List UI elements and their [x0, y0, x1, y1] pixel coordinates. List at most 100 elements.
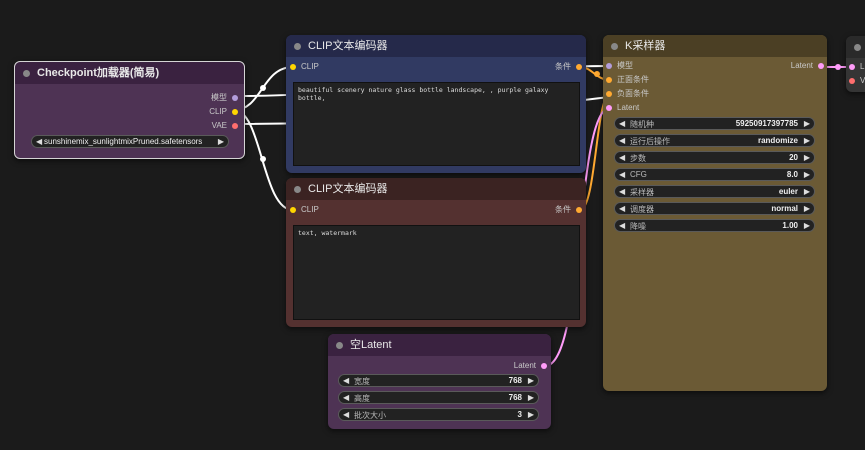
arrow-left-icon[interactable]: ◀ [343, 376, 349, 385]
arrow-left-icon[interactable]: ◀ [36, 137, 42, 146]
node-title-bar[interactable]: K采样器 [603, 35, 827, 57]
arrow-right-icon[interactable]: ▶ [804, 136, 810, 145]
height-widget[interactable]: ◀ 高度 768 ▶ [338, 391, 539, 404]
output-slot-vae[interactable]: VAE [212, 120, 238, 132]
vae-pin-icon[interactable] [849, 78, 855, 84]
widget-label: 降噪 [630, 222, 646, 231]
cfg-widget[interactable]: ◀ CFG 8.0 ▶ [614, 168, 815, 181]
steps-widget[interactable]: ◀ 步数 20 ▶ [614, 151, 815, 164]
arrow-right-icon[interactable]: ▶ [804, 153, 810, 162]
ksampler-node[interactable]: K采样器 模型 正面条件 负面条件 Latent Latent ◀ 随机种 59… [603, 35, 827, 391]
collapse-dot-icon[interactable] [336, 342, 343, 349]
slot-label: 负面条件 [617, 89, 649, 98]
arrow-right-icon[interactable]: ▶ [804, 204, 810, 213]
arrow-right-icon[interactable]: ▶ [218, 137, 224, 146]
checkpoint-loader-node[interactable]: Checkpoint加载器(简易) 模型 CLIP VAE ◀ sunshine… [14, 61, 245, 159]
prompt-textarea[interactable]: beautiful scenery nature glass bottle la… [293, 82, 580, 166]
arrow-right-icon[interactable]: ▶ [528, 376, 534, 385]
prompt-textarea[interactable]: text, watermark [293, 225, 580, 320]
output-slot-latent[interactable]: Latent [791, 60, 824, 72]
widget-label: 高度 [354, 394, 370, 403]
arrow-right-icon[interactable]: ▶ [528, 410, 534, 419]
slot-label: 条件 [555, 62, 571, 71]
clip-pin-icon[interactable] [232, 109, 238, 115]
collapse-dot-icon[interactable] [294, 43, 301, 50]
slot-label: 模型 [211, 93, 227, 102]
arrow-right-icon[interactable]: ▶ [804, 187, 810, 196]
slot-label: 模型 [617, 61, 633, 70]
control-after-generate-widget[interactable]: ◀ 运行后操作 randomize ▶ [614, 134, 815, 147]
arrow-left-icon[interactable]: ◀ [343, 410, 349, 419]
seed-widget[interactable]: ◀ 随机种 59250917397785 ▶ [614, 117, 815, 130]
widget-value: 3 [517, 410, 522, 419]
arrow-left-icon[interactable]: ◀ [619, 153, 625, 162]
scheduler-widget[interactable]: ◀ 调度器 normal ▶ [614, 202, 815, 215]
arrow-left-icon[interactable]: ◀ [619, 170, 625, 179]
slot-label: 条件 [555, 205, 571, 214]
arrow-left-icon[interactable]: ◀ [619, 119, 625, 128]
arrow-right-icon[interactable]: ▶ [804, 170, 810, 179]
widget-value: 768 [508, 376, 522, 385]
latent-pin-icon[interactable] [818, 63, 824, 69]
arrow-right-icon[interactable]: ▶ [528, 393, 534, 402]
widget-label: 批次大小 [354, 411, 386, 420]
empty-latent-node[interactable]: 空Latent Latent ◀ 宽度 768 ▶ ◀ 高度 768 ▶ ◀ 批… [328, 334, 551, 429]
vae-decode-node[interactable]: L V [846, 36, 865, 92]
output-slot-latent[interactable]: Latent [514, 360, 547, 372]
output-slot-conditioning[interactable]: 条件 [555, 204, 582, 216]
conditioning-pin-icon[interactable] [576, 207, 582, 213]
input-slot-samples[interactable]: L [849, 61, 864, 73]
model-pin-icon[interactable] [232, 95, 238, 101]
collapse-dot-icon[interactable] [294, 186, 301, 193]
widget-label: 步数 [630, 154, 646, 163]
node-title-bar[interactable]: Checkpoint加载器(简易) [15, 62, 244, 84]
widget-value: 59250917397785 [735, 119, 798, 128]
clip-text-encode-positive-node[interactable]: CLIP文本编码器 CLIP 条件 beautiful scenery natu… [286, 35, 586, 173]
sampler-widget[interactable]: ◀ 采样器 euler ▶ [614, 185, 815, 198]
input-slot-vae[interactable]: V [849, 75, 865, 87]
output-slot-conditioning[interactable]: 条件 [555, 61, 582, 73]
denoise-widget[interactable]: ◀ 降噪 1.00 ▶ [614, 219, 815, 232]
arrow-left-icon[interactable]: ◀ [619, 204, 625, 213]
node-title-bar[interactable]: CLIP文本编码器 [286, 178, 586, 200]
latent-pin-icon[interactable] [606, 105, 612, 111]
widget-label: 调度器 [630, 205, 654, 214]
width-widget[interactable]: ◀ 宽度 768 ▶ [338, 374, 539, 387]
collapse-dot-icon[interactable] [611, 43, 618, 50]
output-slot-model[interactable]: 模型 [211, 92, 238, 104]
clip-text-encode-negative-node[interactable]: CLIP文本编码器 CLIP 条件 text, watermark [286, 178, 586, 327]
node-title-bar[interactable]: 空Latent [328, 334, 551, 356]
node-title-bar[interactable]: CLIP文本编码器 [286, 35, 586, 57]
ckpt-name-combo[interactable]: ◀ sunshinemix_sunlightmixPruned.safetens… [31, 135, 229, 148]
arrow-left-icon[interactable]: ◀ [343, 393, 349, 402]
collapse-dot-icon[interactable] [23, 70, 30, 77]
node-title: 空Latent [350, 339, 392, 351]
node-title-bar[interactable] [846, 36, 865, 58]
slot-label: 正面条件 [617, 75, 649, 84]
input-slot-latent[interactable]: Latent [606, 102, 639, 114]
conditioning-pin-icon[interactable] [606, 91, 612, 97]
batch-size-widget[interactable]: ◀ 批次大小 3 ▶ [338, 408, 539, 421]
node-graph-canvas[interactable]: Checkpoint加载器(简易) 模型 CLIP VAE ◀ sunshine… [0, 0, 865, 450]
arrow-left-icon[interactable]: ◀ [619, 187, 625, 196]
arrow-right-icon[interactable]: ▶ [804, 119, 810, 128]
latent-pin-icon[interactable] [849, 64, 855, 70]
collapse-dot-icon[interactable] [854, 44, 861, 51]
input-slot-clip[interactable]: CLIP [290, 61, 319, 73]
clip-pin-icon[interactable] [290, 64, 296, 70]
input-slot-clip[interactable]: CLIP [290, 204, 319, 216]
arrow-left-icon[interactable]: ◀ [619, 221, 625, 230]
output-slot-clip[interactable]: CLIP [209, 106, 238, 118]
conditioning-pin-icon[interactable] [606, 77, 612, 83]
latent-pin-icon[interactable] [541, 363, 547, 369]
vae-pin-icon[interactable] [232, 123, 238, 129]
input-slot-negative[interactable]: 负面条件 [606, 88, 649, 100]
arrow-left-icon[interactable]: ◀ [619, 136, 625, 145]
arrow-right-icon[interactable]: ▶ [804, 221, 810, 230]
input-slot-positive[interactable]: 正面条件 [606, 74, 649, 86]
model-pin-icon[interactable] [606, 63, 612, 69]
input-slot-model[interactable]: 模型 [606, 60, 633, 72]
conditioning-pin-icon[interactable] [576, 64, 582, 70]
clip-pin-icon[interactable] [290, 207, 296, 213]
slot-label: Latent [617, 103, 640, 112]
